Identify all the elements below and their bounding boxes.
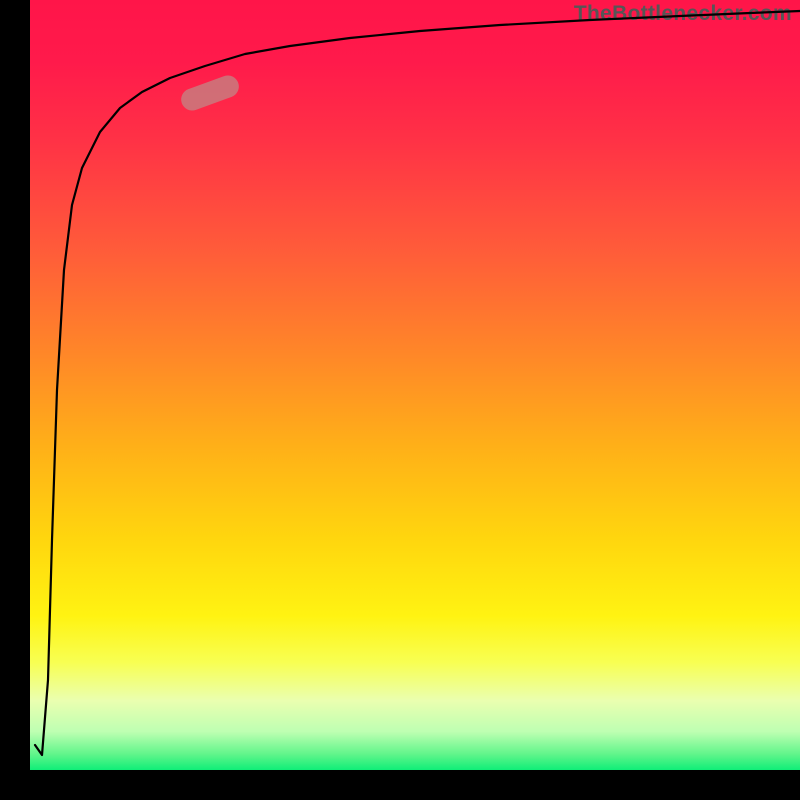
x-axis-bar	[0, 770, 800, 800]
bottleneck-chart: TheBottlenecker.com	[0, 0, 800, 800]
highlight-marker	[178, 72, 242, 113]
curve-svg	[30, 0, 800, 770]
y-axis-bar	[0, 0, 30, 800]
bottleneck-curve	[35, 11, 800, 755]
plot-area: TheBottlenecker.com	[30, 0, 800, 770]
